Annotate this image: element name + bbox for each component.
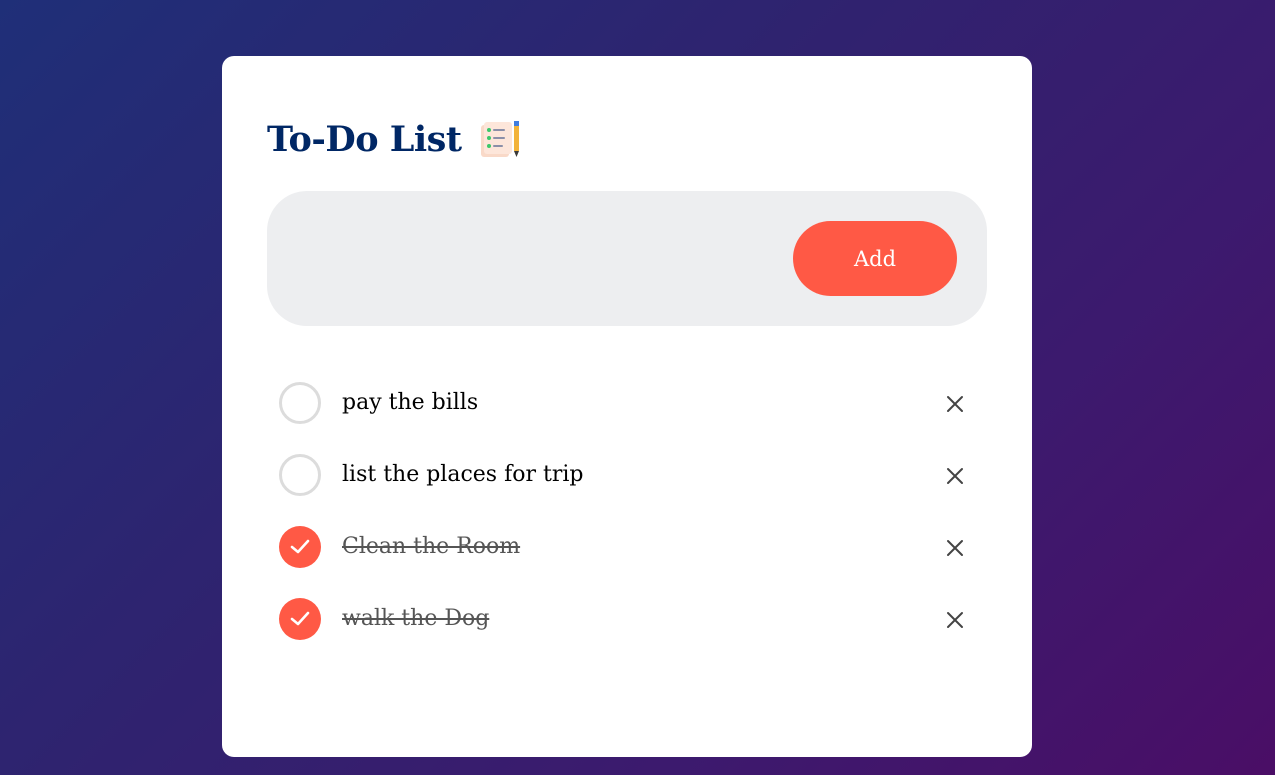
checked-circle-icon[interactable] <box>279 598 321 640</box>
checklist-icon <box>478 119 520 159</box>
unchecked-circle-icon[interactable] <box>279 454 321 496</box>
todo-card: To-Do List Add pay the bills list the pl… <box>222 56 1032 757</box>
add-button[interactable]: Add <box>793 221 957 296</box>
page-title: To-Do List <box>267 118 462 160</box>
task-text: pay the bills <box>342 390 479 415</box>
header: To-Do List <box>267 116 520 162</box>
task-text: Clean the Room <box>342 534 521 559</box>
task-item[interactable]: list the places for trip <box>267 440 987 512</box>
task-text: walk the Dog <box>342 606 490 631</box>
add-task-row: Add <box>267 191 987 326</box>
task-list: pay the bills list the places for trip C… <box>267 368 987 656</box>
close-icon[interactable] <box>943 536 967 560</box>
checkmark-icon <box>290 611 310 626</box>
task-text: list the places for trip <box>342 462 584 487</box>
task-item[interactable]: walk the Dog <box>267 584 987 656</box>
unchecked-circle-icon[interactable] <box>279 382 321 424</box>
checked-circle-icon[interactable] <box>279 526 321 568</box>
close-icon[interactable] <box>943 608 967 632</box>
task-item[interactable]: pay the bills <box>267 368 987 440</box>
close-icon[interactable] <box>943 392 967 416</box>
task-input[interactable] <box>297 221 771 298</box>
checkmark-icon <box>290 539 310 554</box>
task-item[interactable]: Clean the Room <box>267 512 987 584</box>
close-icon[interactable] <box>943 464 967 488</box>
